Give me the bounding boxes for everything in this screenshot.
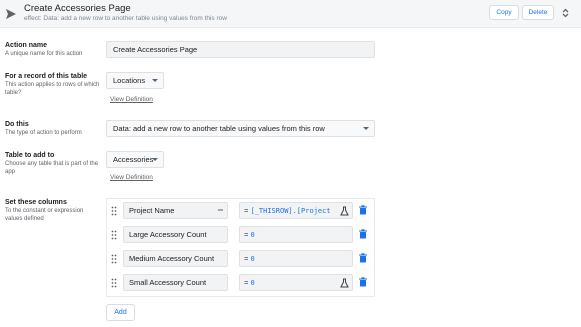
trash-icon[interactable] <box>359 277 367 287</box>
chevron-down-icon <box>152 158 158 161</box>
for-record-value: Locations <box>113 76 146 85</box>
copy-button[interactable]: Copy <box>489 5 519 20</box>
drag-handle-icon[interactable] <box>111 206 117 216</box>
column-expression-input[interactable]: = 0 <box>239 274 353 291</box>
flask-icon[interactable] <box>340 278 349 288</box>
action-title: Create Accessories Page <box>24 3 131 14</box>
column-name-select[interactable]: Project Name ═ <box>123 202 228 219</box>
expand-collapse-icon[interactable] <box>561 7 570 19</box>
drag-handle-icon[interactable] <box>111 278 117 288</box>
table-to-add-label: Table to add to <box>5 152 55 159</box>
table-to-add-hint: Choose any table that is part of the app <box>5 161 99 175</box>
expression-value: [_THISROW].[Project <box>250 207 331 215</box>
do-this-select[interactable]: Data: add a new row to another table usi… <box>106 120 375 137</box>
chevron-down-icon <box>363 127 369 130</box>
column-name-value: Large Accessory Count <box>129 230 207 239</box>
flask-icon[interactable] <box>340 206 349 216</box>
do-this-value: Data: add a new row to another table usi… <box>113 124 325 133</box>
view-definition-link-accessories[interactable]: View Definition <box>110 174 153 181</box>
action-name-input[interactable]: Create Accessories Page <box>106 41 375 58</box>
column-expression-input[interactable]: = 0 <box>239 226 353 243</box>
equals-sign: = <box>244 278 249 287</box>
action-name-hint: A unique name for this action <box>5 51 83 57</box>
send-icon <box>6 9 16 19</box>
column-row: Medium Accessory Count = 0 <box>107 248 374 272</box>
chevron-down-icon <box>152 79 158 82</box>
expression-value: 0 <box>250 279 255 287</box>
set-columns-list: Project Name ═ = [_THISROW].[Project Lar… <box>106 198 375 297</box>
trash-icon[interactable] <box>359 253 367 263</box>
equals-sign: = <box>244 254 249 263</box>
action-name-label: Action name <box>5 42 48 49</box>
table-to-add-select[interactable]: Accessories <box>106 151 164 168</box>
delete-button[interactable]: Delete <box>522 5 554 20</box>
action-effect-subtitle: effect: Data: add a new row to another t… <box>24 15 227 22</box>
column-name-value: Project Name <box>129 206 175 215</box>
column-name-value: Small Accessory Count <box>129 278 207 287</box>
trash-icon[interactable] <box>359 205 367 215</box>
for-record-label: For a record of this table <box>5 73 88 80</box>
trash-icon[interactable] <box>359 229 367 239</box>
action-header: Create Accessories Page effect: Data: ad… <box>0 0 581 28</box>
do-this-label: Do this <box>5 121 29 128</box>
do-this-hint: The type of action to perform <box>5 130 82 136</box>
column-row: Large Accessory Count = 0 <box>107 224 374 248</box>
expression-value: 0 <box>250 231 255 239</box>
expression-value: 0 <box>250 255 255 263</box>
set-columns-label: Set these columns <box>5 199 67 206</box>
for-record-select[interactable]: Locations <box>106 72 164 89</box>
column-expression-input[interactable]: = [_THISROW].[Project <box>239 202 353 219</box>
column-name-select[interactable]: Large Accessory Count <box>123 226 228 243</box>
column-name-select[interactable]: Medium Accessory Count <box>123 250 228 267</box>
column-row: Project Name ═ = [_THISROW].[Project <box>107 200 374 224</box>
view-definition-link-locations[interactable]: View Definition <box>110 96 153 103</box>
equals-menu-icon: ═ <box>218 207 223 214</box>
equals-sign: = <box>244 230 249 239</box>
column-row: Small Accessory Count = 0 <box>107 272 374 296</box>
drag-handle-icon[interactable] <box>111 254 117 264</box>
column-name-value: Medium Accessory Count <box>129 254 215 263</box>
add-column-button[interactable]: Add <box>106 304 135 321</box>
drag-handle-icon[interactable] <box>111 230 117 240</box>
equals-sign: = <box>244 206 249 215</box>
set-columns-hint: To the constant or expression values def… <box>5 208 84 222</box>
column-name-select[interactable]: Small Accessory Count <box>123 274 228 291</box>
column-expression-input[interactable]: = 0 <box>239 250 353 267</box>
for-record-hint: This action applies to rows of which tab… <box>5 82 100 96</box>
table-to-add-value: Accessories <box>113 155 154 164</box>
